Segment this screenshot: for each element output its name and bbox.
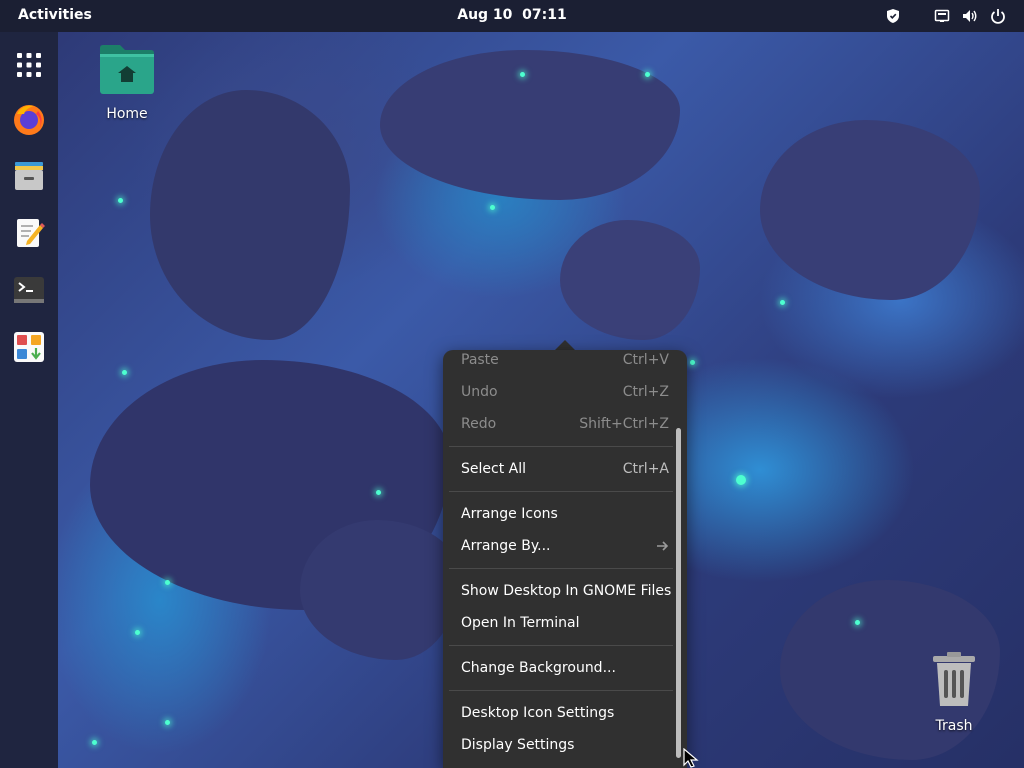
menu-item-label: Desktop Icon Settings — [461, 705, 615, 721]
menu-item-label: Open In Terminal — [461, 615, 580, 631]
dock-software[interactable] — [11, 329, 47, 365]
menu-item-arrange-icons[interactable]: Arrange Icons — [443, 498, 675, 530]
menu-item-display-settings[interactable]: Display Settings — [443, 729, 675, 761]
menu-item-shortcut: Ctrl+V — [622, 352, 669, 368]
text-editor-icon — [17, 219, 45, 247]
trash-icon — [933, 652, 975, 706]
menu-separator — [449, 645, 673, 646]
dock-files[interactable] — [11, 158, 47, 194]
submenu-arrow-icon — [657, 541, 669, 551]
wallpaper-spark — [490, 205, 495, 210]
wallpaper-shape — [560, 220, 700, 340]
activities-button[interactable]: Activities — [18, 7, 92, 23]
wallpaper-spark — [92, 740, 97, 745]
menu-item-shortcut: Ctrl+Z — [622, 384, 669, 400]
wallpaper-spark — [118, 198, 123, 203]
clock-time: 07:11 — [522, 7, 567, 23]
wallpaper-spark — [736, 475, 746, 485]
menu-item-label: Change Background... — [461, 660, 616, 676]
menu-item-arrange-by[interactable]: Arrange By... — [443, 530, 675, 562]
terminal-icon — [14, 277, 44, 303]
menu-item-shortcut: Shift+Ctrl+Z — [579, 416, 669, 432]
wallpaper-spark — [165, 720, 170, 725]
wallpaper-spark — [855, 620, 860, 625]
wallpaper-spark — [376, 490, 381, 495]
dock-app-grid[interactable] — [11, 47, 47, 83]
mouse-cursor-icon — [683, 748, 699, 768]
menu-item-label: Undo — [461, 384, 498, 400]
clock-date: Aug 10 — [457, 7, 513, 23]
wallpaper-spark — [122, 370, 127, 375]
trash-label: Trash — [935, 718, 973, 734]
menu-scrollbar[interactable] — [676, 428, 681, 758]
clock: Aug 10 07:11 — [0, 7, 1024, 23]
menu-item-label: Paste — [461, 352, 499, 368]
file-cabinet-icon — [15, 162, 43, 190]
menu-item-open-terminal[interactable]: Open In Terminal — [443, 607, 675, 639]
menu-item-redo: Redo Shift+Ctrl+Z — [443, 408, 675, 440]
menu-item-label: Display Settings — [461, 737, 575, 753]
menu-item-undo: Undo Ctrl+Z — [443, 376, 675, 408]
desktop-icon-trash[interactable]: Trash — [919, 650, 989, 734]
shield-icon[interactable] — [885, 8, 901, 24]
dock-text-editor[interactable] — [11, 215, 47, 251]
wallpaper-shape — [760, 120, 980, 300]
home-folder-icon — [100, 45, 154, 94]
grid-icon — [17, 53, 41, 77]
menu-item-label: Show Desktop In GNOME Files — [461, 583, 672, 599]
dock-terminal[interactable] — [11, 272, 47, 308]
wallpaper-spark — [520, 72, 525, 77]
desktop-context-menu: Paste Ctrl+V Undo Ctrl+Z Redo Shift+Ctrl… — [443, 350, 687, 768]
firefox-icon — [14, 105, 44, 135]
home-label: Home — [106, 106, 148, 122]
power-icon[interactable] — [990, 8, 1006, 24]
context-menu-pointer — [555, 340, 575, 350]
software-icon — [14, 332, 44, 362]
menu-separator — [449, 568, 673, 569]
desktop-icon-home[interactable]: Home — [92, 44, 162, 122]
menu-item-change-background[interactable]: Change Background... — [443, 652, 675, 684]
menu-separator — [449, 690, 673, 691]
wallpaper-shape — [380, 50, 680, 200]
menu-item-paste: Paste Ctrl+V — [443, 350, 675, 376]
menu-item-shortcut: Ctrl+A — [622, 461, 669, 477]
menu-separator — [449, 446, 673, 447]
wallpaper-spark — [165, 580, 170, 585]
menu-item-label: Arrange By... — [461, 538, 551, 554]
dock — [0, 32, 58, 768]
wallpaper-spark — [780, 300, 785, 305]
wallpaper-spark — [645, 72, 650, 77]
top-bar: Activities Aug 10 07:11 — [0, 0, 1024, 32]
wallpaper-spark — [690, 360, 695, 365]
menu-item-label: Select All — [461, 461, 526, 477]
wallpaper-shape — [300, 520, 460, 660]
clock-date-time[interactable]: Aug 10 07:11 — [457, 7, 567, 23]
network-icon[interactable] — [934, 8, 950, 24]
menu-item-label: Arrange Icons — [461, 506, 558, 522]
wallpaper-spark — [135, 630, 140, 635]
menu-item-select-all[interactable]: Select All Ctrl+A — [443, 453, 675, 485]
dock-firefox[interactable] — [11, 101, 47, 137]
menu-separator — [449, 491, 673, 492]
menu-item-desktop-icon-settings[interactable]: Desktop Icon Settings — [443, 697, 675, 729]
menu-item-label: Redo — [461, 416, 497, 432]
menu-item-show-in-files[interactable]: Show Desktop In GNOME Files — [443, 575, 675, 607]
volume-icon[interactable] — [962, 8, 978, 24]
wallpaper-shape — [150, 90, 350, 340]
